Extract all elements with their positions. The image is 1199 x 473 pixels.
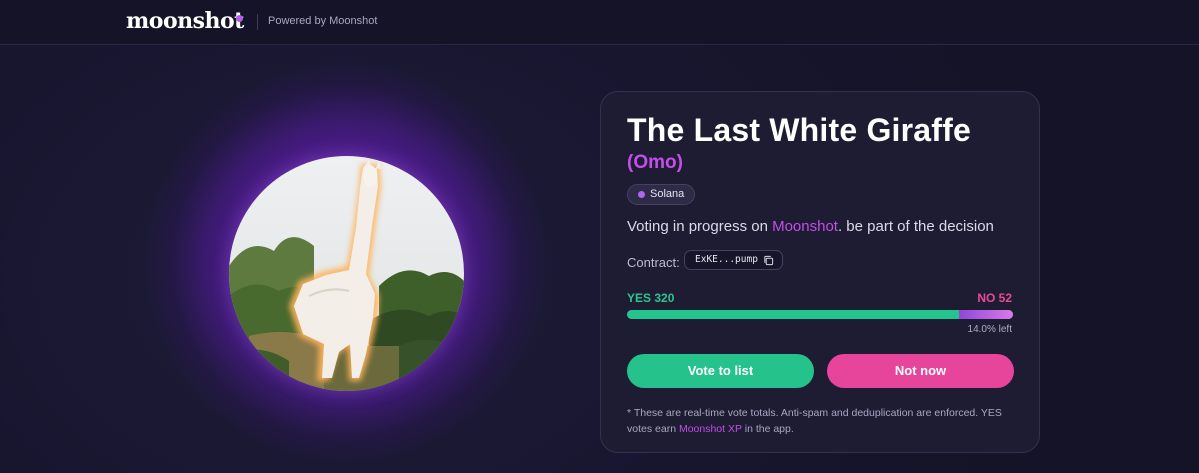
vote-to-list-button[interactable]: Vote to list <box>627 354 814 388</box>
token-ticker: (Omo) <box>627 152 683 173</box>
chain-dot-icon <box>638 191 645 198</box>
vote-progress-bar <box>627 310 1013 319</box>
yes-progress-fill <box>627 310 959 319</box>
no-progress-fill <box>959 310 1013 319</box>
remaining-percent: 14.0% left <box>967 324 1012 335</box>
white-giraffe-avatar <box>229 156 464 391</box>
footnote-suffix: in the app. <box>741 423 794 435</box>
yes-vote-count: YES 320 <box>627 291 675 305</box>
copy-icon[interactable] <box>763 255 774 266</box>
status-suffix: . be part of the decision <box>837 218 994 235</box>
page: moonshot Powered by Moonshot The Last Wh… <box>0 0 1199 473</box>
top-bar: moonshot Powered by Moonshot <box>0 0 1199 45</box>
logo-dot-icon <box>236 15 243 22</box>
vote-card: The Last White Giraffe (Omo) Solana Voti… <box>600 91 1040 453</box>
not-now-button[interactable]: Not now <box>827 354 1014 388</box>
chain-label: Solana <box>650 188 685 200</box>
powered-by-text: Powered by Moonshot <box>268 15 378 27</box>
chain-badge: Solana <box>627 184 696 205</box>
header-divider <box>257 14 258 30</box>
contract-label: Contract: <box>627 255 680 270</box>
contract-address: ExKE...pump <box>695 254 758 265</box>
no-vote-count: NO 52 <box>977 291 1012 305</box>
token-name: The Last White Giraffe <box>627 112 971 148</box>
status-brand-link[interactable]: Moonshot <box>772 218 838 235</box>
status-prefix: Voting in progress on <box>627 218 773 235</box>
moonshot-xp-link[interactable]: Moonshot XP <box>679 423 742 435</box>
vote-footnote: * These are real-time vote totals. Anti-… <box>627 405 1027 437</box>
contract-address-button[interactable]: ExKE...pump <box>684 250 783 270</box>
moonshot-logo[interactable]: moonshot <box>126 8 244 34</box>
voting-status: Voting in progress on Moonshot. be part … <box>627 218 994 235</box>
